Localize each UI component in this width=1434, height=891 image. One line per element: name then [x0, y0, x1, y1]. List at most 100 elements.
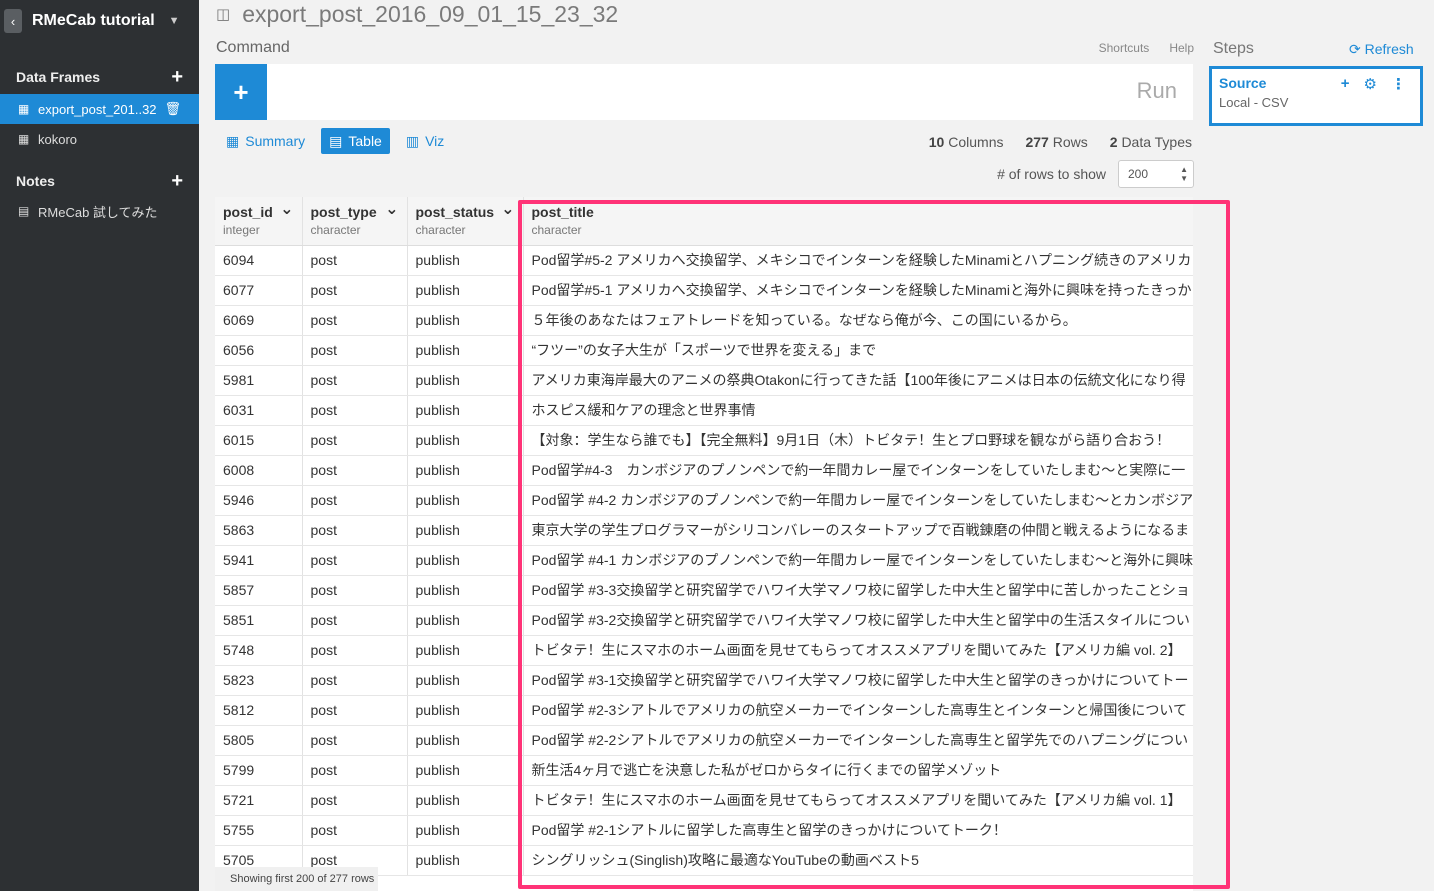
table-cell[interactable]: Pod留学 #2-3シアトルでアメリカの航空メーカーでインターンした高専生とイン…: [523, 695, 1193, 726]
sidebar-item-export-post[interactable]: ▦ export_post_201..32 🗑: [0, 94, 199, 124]
table-cell[interactable]: post: [302, 335, 408, 366]
project-name[interactable]: RMeCab tutorial: [32, 12, 155, 30]
table-cell[interactable]: post: [302, 245, 408, 276]
table-cell[interactable]: post: [302, 575, 408, 606]
table-cell[interactable]: 5946: [215, 485, 303, 516]
table-cell[interactable]: アメリカ東海岸最大のアニメの祭典Otakonに行ってきた話【100年後にアニメは…: [523, 365, 1193, 396]
table-cell[interactable]: 5748: [215, 635, 303, 666]
table-cell[interactable]: post: [302, 605, 408, 636]
table-cell[interactable]: 5805: [215, 725, 303, 756]
table-cell[interactable]: publish: [407, 785, 524, 816]
sidebar-item-note[interactable]: ▤ RMeCab 試してみた: [0, 196, 199, 226]
table-cell[interactable]: publish: [407, 725, 524, 756]
table-cell[interactable]: publish: [407, 515, 524, 546]
table-cell[interactable]: 6056: [215, 335, 303, 366]
help-link[interactable]: Help: [1169, 41, 1194, 55]
table-cell[interactable]: post: [302, 515, 408, 546]
tab-summary[interactable]: ▦ Summary: [222, 128, 309, 154]
chevron-down-icon[interactable]: ⌄: [501, 199, 514, 219]
table-cell[interactable]: ５年後のあなたはフェアトレードを知っている。なぜなら俺が今、この国にいるから。: [523, 305, 1193, 336]
table-cell[interactable]: publish: [407, 425, 524, 456]
table-cell[interactable]: post: [302, 725, 408, 756]
shortcuts-link[interactable]: Shortcuts: [1099, 41, 1150, 55]
chevron-down-icon[interactable]: ⌄: [385, 199, 398, 219]
table-cell[interactable]: publish: [407, 335, 524, 366]
refresh-button[interactable]: ⟳ Refresh: [1349, 41, 1414, 58]
table-cell[interactable]: post: [302, 635, 408, 666]
table-cell[interactable]: publish: [407, 605, 524, 636]
table-cell[interactable]: Pod留学#5-2 アメリカへ交換留学、メキシコでインターンを経験したMinam…: [523, 245, 1193, 276]
tab-table[interactable]: ▤ Table: [321, 128, 390, 154]
table-cell[interactable]: publish: [407, 695, 524, 726]
source-step-card[interactable]: Source Local - CSV + ⚙ ⋮: [1209, 66, 1423, 126]
table-cell[interactable]: post: [302, 425, 408, 456]
sidebar-item-kokoro[interactable]: ▦ kokoro: [0, 124, 199, 154]
table-cell[interactable]: publish: [407, 365, 524, 396]
table-cell[interactable]: post: [302, 815, 408, 846]
table-cell[interactable]: publish: [407, 545, 524, 576]
column-header-post-status[interactable]: post_status ⌄ character: [407, 197, 524, 246]
table-cell[interactable]: 6069: [215, 305, 303, 336]
table-cell[interactable]: 6015: [215, 425, 303, 456]
table-cell[interactable]: post: [302, 455, 408, 486]
table-cell[interactable]: 5755: [215, 815, 303, 846]
table-cell[interactable]: post: [302, 695, 408, 726]
table-cell[interactable]: post: [302, 365, 408, 396]
table-cell[interactable]: 5721: [215, 785, 303, 816]
add-step-button[interactable]: +: [215, 64, 267, 120]
table-cell[interactable]: 6031: [215, 395, 303, 426]
table-cell[interactable]: Pod留学 #4-1 カンボジアのプノンペンで約一年間カレー屋でインターンをして…: [523, 545, 1193, 576]
table-cell[interactable]: publish: [407, 635, 524, 666]
table-cell[interactable]: 6008: [215, 455, 303, 486]
rows-to-show-select[interactable]: 200 ▲ ▼: [1118, 160, 1194, 188]
table-cell[interactable]: publish: [407, 245, 524, 276]
trash-icon[interactable]: 🗑: [164, 101, 181, 117]
table-cell[interactable]: publish: [407, 455, 524, 486]
table-cell[interactable]: Pod留学 #3-1交換留学と研究留学でハワイ大学マノワ校に留学した中大生と留学…: [523, 665, 1193, 696]
chevron-down-icon[interactable]: ⌄: [280, 199, 293, 219]
add-icon[interactable]: +: [1341, 75, 1350, 93]
table-cell[interactable]: 5851: [215, 605, 303, 636]
table-cell[interactable]: Pod留学 #2-1シアトルに留学した高専生と留学のきっかけについてトーク！: [523, 815, 1193, 846]
table-cell[interactable]: publish: [407, 305, 524, 336]
table-cell[interactable]: 5863: [215, 515, 303, 546]
table-cell[interactable]: publish: [407, 755, 524, 786]
table-cell[interactable]: トビタテ！生にスマホのホーム画面を見せてもらってオススメアプリを聞いてみた【アメ…: [523, 785, 1193, 816]
table-cell[interactable]: publish: [407, 665, 524, 696]
table-cell[interactable]: post: [302, 755, 408, 786]
table-cell[interactable]: Pod留学 #3-2交換留学と研究留学でハワイ大学マノワ校に留学した中大生と留学…: [523, 605, 1193, 636]
table-cell[interactable]: 6094: [215, 245, 303, 276]
table-cell[interactable]: post: [302, 275, 408, 306]
table-cell[interactable]: Pod留学 #2-2シアトルでアメリカの航空メーカーでインターンした高専生と留学…: [523, 725, 1193, 756]
table-cell[interactable]: Pod留学 #3-3交換留学と研究留学でハワイ大学マノワ校に留学した中大生と留学…: [523, 575, 1193, 606]
table-cell[interactable]: 【対象：学生なら誰でも】【完全無料】9月1日（木）トビタテ！生とプロ野球を観なが…: [523, 425, 1193, 456]
table-cell[interactable]: 5812: [215, 695, 303, 726]
chevron-down-icon[interactable]: ▼: [169, 15, 180, 27]
table-cell[interactable]: post: [302, 665, 408, 696]
column-header-post-type[interactable]: post_type ⌄ character: [302, 197, 408, 246]
add-note-icon[interactable]: +: [171, 170, 183, 193]
table-cell[interactable]: publish: [407, 275, 524, 306]
table-cell[interactable]: 5799: [215, 755, 303, 786]
table-cell[interactable]: post: [302, 395, 408, 426]
run-button[interactable]: Run: [1137, 78, 1177, 104]
table-cell[interactable]: post: [302, 305, 408, 336]
add-data-frame-icon[interactable]: +: [171, 66, 183, 89]
project-header[interactable]: ‹ RMeCab tutorial ▼: [0, 0, 199, 42]
sidebar-toggle-icon[interactable]: ◫: [216, 5, 230, 23]
table-cell[interactable]: post: [302, 785, 408, 816]
table-cell[interactable]: Pod留学#4-3 カンボジアのプノンペンで約一年間カレー屋でインターンをしてい…: [523, 455, 1193, 486]
table-cell[interactable]: 新生活4ヶ月で逃亡を決意した私がゼロからタイに行くまでの留学メゾット: [523, 755, 1193, 786]
table-cell[interactable]: 5823: [215, 665, 303, 696]
table-cell[interactable]: publish: [407, 815, 524, 846]
table-cell[interactable]: post: [302, 485, 408, 516]
table-cell[interactable]: publish: [407, 845, 524, 876]
more-vertical-icon[interactable]: ⋮: [1391, 75, 1406, 93]
table-cell[interactable]: 5941: [215, 545, 303, 576]
table-cell[interactable]: 6077: [215, 275, 303, 306]
table-cell[interactable]: 5857: [215, 575, 303, 606]
table-cell[interactable]: シングリッシュ(Singlish)攻略に最適なYouTubeの動画ベスト5: [523, 845, 1193, 876]
table-cell[interactable]: トビタテ！生にスマホのホーム画面を見せてもらってオススメアプリを聞いてみた【アメ…: [523, 635, 1193, 666]
table-cell[interactable]: “フツー”の女子大生が「スポーツで世界を変える」まで: [523, 335, 1193, 366]
table-cell[interactable]: 5981: [215, 365, 303, 396]
